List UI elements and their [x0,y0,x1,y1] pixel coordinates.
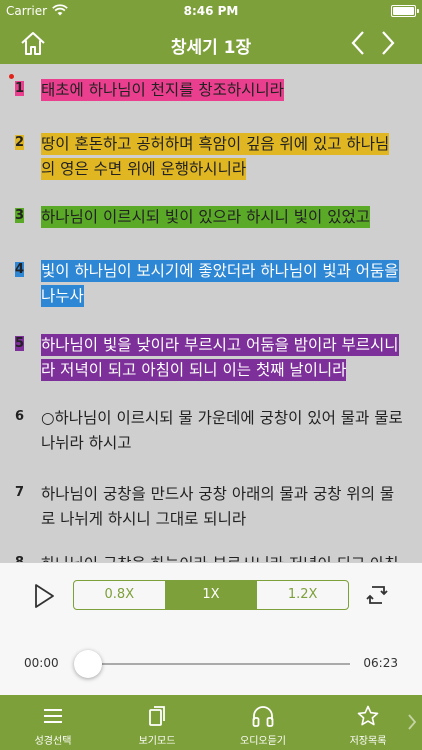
tab-audio[interactable]: 오디오듣기 [213,695,313,750]
current-time: 00:00 [24,656,59,670]
tab-bar: 성경선택 보기모드 오디오듣기 저장목록 [0,695,422,750]
list-icon [44,709,62,723]
clock: 8:46 PM [183,4,239,18]
headphones-icon [252,706,274,727]
verse-number: 4 [15,262,25,277]
verse-number: 8 [15,555,24,562]
speed-option[interactable]: 0.8X [74,581,166,609]
tab-view-mode[interactable]: 보기모드 [107,695,207,750]
verse-text: 땅이 혼돈하고 공허하며 흑암이 깊음 위에 있고 하나님의 영은 수면 위에 … [41,133,390,180]
verse-text: 하나님이 궁창을 만드사 궁창 아래의 물과 궁창 위의 물로 나뉘게 하시니 … [41,485,395,528]
verse-list[interactable]: 1 태초에 하나님이 천지를 창조하시니라 2 땅이 혼돈하고 공허하며 흑암이… [0,64,422,562]
repeat-icon[interactable] [364,582,390,608]
progress-knob[interactable] [74,650,102,678]
chevron-left-icon[interactable] [346,28,370,58]
speed-selector: 0.8X 1X 1.2X [73,580,349,610]
tab-label: 성경선택 [34,736,72,747]
speed-option[interactable]: 1.2X [257,581,348,609]
progress-track[interactable] [88,663,350,665]
verse-text: 태초에 하나님이 천지를 창조하시니라 [41,79,284,101]
tab-label: 보기모드 [138,736,176,747]
verse-text: 하나님이 이르시되 빛이 있으라 하시니 빛이 있었고 [41,206,371,228]
verse-text: 빛이 하나님이 보시기에 좋았더라 하나님이 빛과 어둠을 나누사 [41,260,399,307]
audio-player: 0.8X 1X 1.2X 00:00 06:23 [0,562,422,695]
speed-option-selected[interactable]: 1X [165,581,258,609]
tab-saved-list[interactable]: 저장목록 [318,695,418,750]
battery-icon [391,5,419,17]
verse-text: 하나님이 빛을 낮이라 부르시고 어둠을 밤이라 부르시니라 저녁이 되고 아침… [41,334,399,381]
verse-number: 7 [15,485,25,500]
play-icon[interactable] [31,582,57,610]
tab-bible-select[interactable]: 성경선택 [3,695,103,750]
verse-text: ○하나님이 이르시되 물 가운데에 궁창이 있어 물과 물로 나뉘라 하시고 [41,409,403,452]
status-bar: Carrier 8:46 PM [0,0,422,22]
tab-label: 오디오듣기 [240,736,286,747]
star-icon [357,705,379,726]
verse-number: 1 [15,81,25,96]
verse-number: 3 [15,208,25,223]
verse-number: 5 [15,336,25,351]
total-time: 06:23 [363,656,398,670]
verse-number: 6 [15,409,25,424]
chevron-right-icon[interactable] [376,28,400,58]
verse-text: 하나님이 궁창을 하늘이라 부르시니라 저녁이 되고 아침이 되니 이는 둘째 … [41,553,399,562]
verse-number: 2 [15,135,25,150]
chevron-right-icon[interactable] [406,711,418,733]
bookmark-dot [9,74,14,79]
nav-bar: 창세기 1장 [0,22,422,64]
copy-icon [149,706,165,726]
tab-label: 저장목록 [349,736,387,747]
